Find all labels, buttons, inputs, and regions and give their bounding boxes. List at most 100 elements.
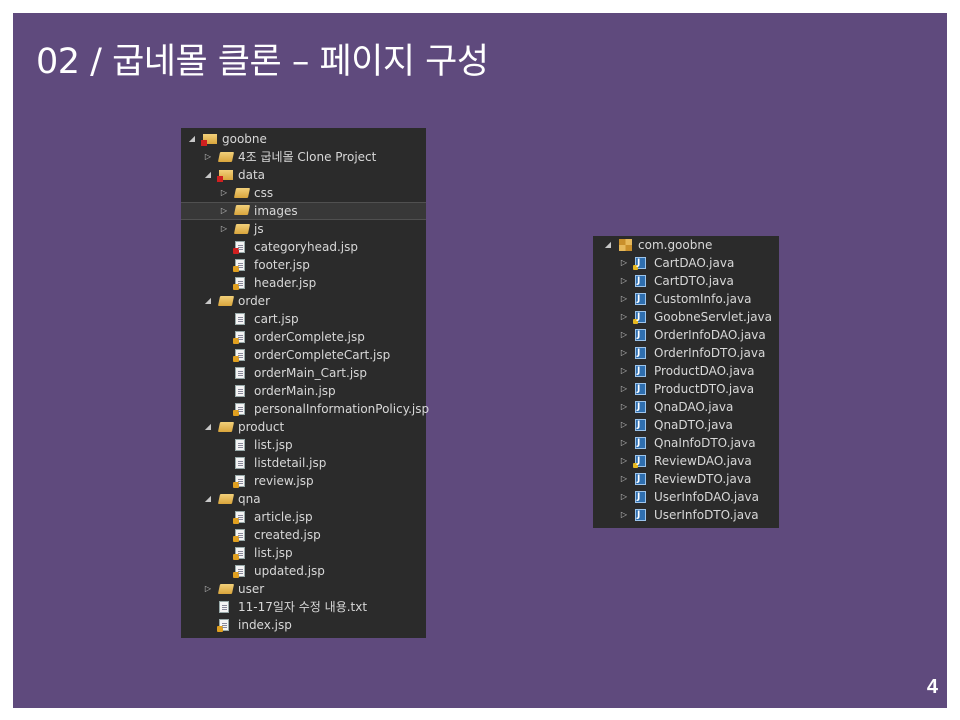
jsp-error-file-icon (233, 241, 245, 254)
tree-item[interactable]: ◢ com.goobne (593, 236, 779, 254)
tree-item[interactable]: ◢ data (181, 166, 426, 184)
tree-item[interactable]: orderMain.jsp (181, 382, 426, 400)
tree-item[interactable]: ▷ QnaInfoDTO.java (593, 434, 779, 452)
tree-item-label: user (238, 582, 265, 596)
tree-item[interactable]: updated.jsp (181, 562, 426, 580)
tree-item[interactable]: header.jsp (181, 274, 426, 292)
tree-item-label: com.goobne (638, 238, 713, 252)
tree-item[interactable]: ▷ css (181, 184, 426, 202)
collapsed-arrow-icon[interactable]: ▷ (619, 452, 629, 470)
project-explorer-java-package[interactable]: ◢ com.goobne ▷ CartDAO.java ▷ CartDTO.java ▷ Cu… (593, 236, 779, 528)
tree-item[interactable]: personalInformationPolicy.jsp (181, 400, 429, 418)
expanded-arrow-icon[interactable]: ◢ (187, 130, 197, 148)
slide-title: 02 / 굽네몰 클론 – 페이지 구성 (36, 42, 489, 82)
tree-item-label: footer.jsp (254, 258, 310, 272)
collapsed-arrow-icon[interactable]: ▷ (619, 398, 629, 416)
collapsed-arrow-icon[interactable]: ▷ (619, 506, 629, 524)
tree-item-label: OrderInfoDTO.java (654, 346, 766, 360)
tree-item[interactable]: ▷ CustomInfo.java (593, 290, 779, 308)
tree-item[interactable]: 11-17일자 수정 내용.txt (181, 598, 426, 616)
tree-item[interactable]: ▷ ProductDTO.java (593, 380, 779, 398)
page-number: 4 (926, 676, 938, 698)
expanded-arrow-icon[interactable]: ◢ (203, 166, 213, 184)
tree-item[interactable]: ◢ product (181, 418, 426, 436)
package-icon (619, 239, 632, 251)
collapsed-arrow-icon[interactable]: ▷ (619, 254, 629, 272)
tree-item[interactable]: ▷ OrderInfoDTO.java (593, 344, 779, 362)
tree-item-label: orderMain.jsp (254, 384, 336, 398)
tree-item[interactable]: orderCompleteCart.jsp (181, 346, 426, 364)
java-file-icon (635, 488, 646, 506)
collapsed-arrow-icon[interactable]: ▷ (619, 272, 629, 290)
tree-item[interactable]: ▷ images (181, 202, 426, 220)
tree-item[interactable]: ◢ order (181, 292, 426, 310)
tree-item-label: CartDTO.java (654, 274, 734, 288)
tree-item[interactable]: ▷ ReviewDAO.java (593, 452, 779, 470)
tree-item[interactable]: article.jsp (181, 508, 426, 526)
expanded-arrow-icon[interactable]: ◢ (203, 490, 213, 508)
tree-item[interactable]: orderMain_Cart.jsp (181, 364, 426, 382)
project-explorer-web-content[interactable]: ◢ goobne ▷ 4조 굽네몰 Clone Project ◢ data ▷ css ▷ im… (181, 128, 429, 638)
java-file-icon (635, 326, 646, 344)
tree-item-label: OrderInfoDAO.java (654, 328, 766, 342)
expanded-arrow-icon[interactable]: ◢ (603, 236, 613, 254)
project-folder-icon (201, 134, 217, 146)
jsp-file-icon (233, 529, 245, 542)
tree-item-label: product (238, 420, 285, 434)
tree-item[interactable]: ▷ 4조 굽네몰 Clone Project (181, 148, 426, 166)
tree-item[interactable]: footer.jsp (181, 256, 426, 274)
collapsed-arrow-icon[interactable]: ▷ (619, 326, 629, 344)
tree-item[interactable]: index.jsp (181, 616, 426, 634)
tree-item[interactable]: list.jsp (181, 436, 426, 454)
expanded-arrow-icon[interactable]: ◢ (203, 418, 213, 436)
tree-item[interactable]: cart.jsp (181, 310, 426, 328)
java-file-icon (635, 434, 646, 452)
tree-item[interactable]: ▷ QnaDTO.java (593, 416, 779, 434)
tree-item[interactable]: list.jsp (181, 544, 426, 562)
tree-item[interactable]: ▷ user (181, 580, 426, 598)
tree-item[interactable]: review.jsp (181, 472, 426, 490)
tree-item[interactable]: listdetail.jsp (181, 454, 426, 472)
tree-item[interactable]: categoryhead.jsp (181, 238, 426, 256)
jsp-file-icon (233, 349, 245, 362)
tree-item[interactable]: ◢ goobne (181, 130, 426, 148)
collapsed-arrow-icon[interactable]: ▷ (619, 488, 629, 506)
jsp-file-icon (233, 259, 245, 272)
tree-item[interactable]: ▷ ReviewDTO.java (593, 470, 779, 488)
collapsed-arrow-icon[interactable]: ▷ (619, 344, 629, 362)
collapsed-arrow-icon[interactable]: ▷ (619, 290, 629, 308)
tree-item[interactable]: ▷ js (181, 220, 426, 238)
tree-item[interactable]: ▷ CartDAO.java (593, 254, 779, 272)
tree-item[interactable]: ▷ UserInfoDTO.java (593, 506, 779, 524)
tree-item[interactable]: ▷ ProductDAO.java (593, 362, 779, 380)
collapsed-arrow-icon[interactable]: ▷ (619, 308, 629, 326)
java-file-icon (635, 398, 646, 416)
java-warning-file-icon (633, 308, 646, 326)
tree-item-label: cart.jsp (254, 312, 299, 326)
jsp-file-icon (217, 619, 229, 632)
tree-item[interactable]: ▷ QnaDAO.java (593, 398, 779, 416)
collapsed-arrow-icon[interactable]: ▷ (219, 220, 229, 238)
tree-item[interactable]: ◢ qna (181, 490, 426, 508)
tree-item[interactable]: created.jsp (181, 526, 426, 544)
expanded-arrow-icon[interactable]: ◢ (203, 292, 213, 310)
collapsed-arrow-icon[interactable]: ▷ (219, 184, 229, 202)
collapsed-arrow-icon[interactable]: ▷ (203, 148, 213, 166)
collapsed-arrow-icon[interactable]: ▷ (619, 380, 629, 398)
collapsed-arrow-icon[interactable]: ▷ (619, 362, 629, 380)
tree-item-label: list.jsp (254, 438, 293, 452)
collapsed-arrow-icon[interactable]: ▷ (619, 434, 629, 452)
tree-item-label: UserInfoDAO.java (654, 490, 760, 504)
tree-item[interactable]: ▷ UserInfoDAO.java (593, 488, 779, 506)
tree-item[interactable]: ▷ CartDTO.java (593, 272, 779, 290)
slide: 02 / 굽네몰 클론 – 페이지 구성 ◢ goobne ▷ 4조 굽네몰 Clon… (13, 13, 947, 708)
collapsed-arrow-icon[interactable]: ▷ (219, 203, 229, 219)
tree-item[interactable]: ▷ OrderInfoDAO.java (593, 326, 779, 344)
tree-item-label: ProductDTO.java (654, 382, 755, 396)
collapsed-arrow-icon[interactable]: ▷ (203, 580, 213, 598)
collapsed-arrow-icon[interactable]: ▷ (619, 416, 629, 434)
tree-item[interactable]: ▷ GoobneServlet.java (593, 308, 779, 326)
collapsed-arrow-icon[interactable]: ▷ (619, 470, 629, 488)
tree-item-label: list.jsp (254, 546, 293, 560)
tree-item[interactable]: orderComplete.jsp (181, 328, 426, 346)
